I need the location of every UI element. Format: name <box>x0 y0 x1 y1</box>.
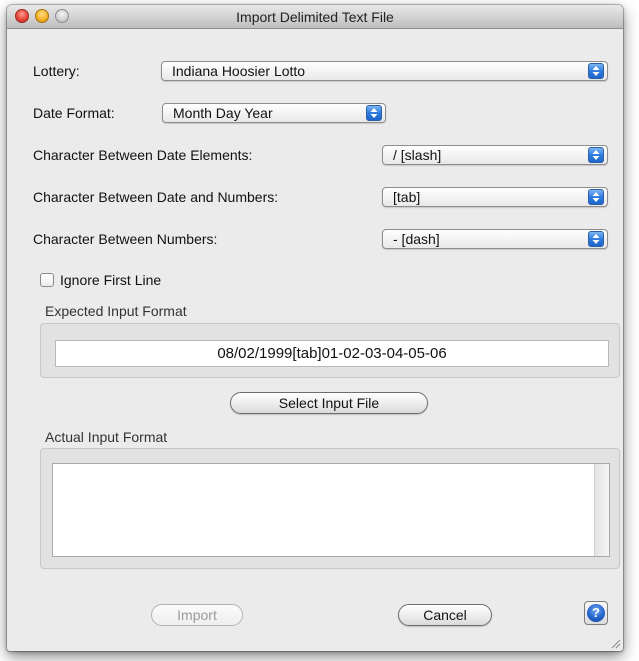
date-format-select-value: Month Day Year <box>173 105 273 121</box>
lottery-select-value: Indiana Hoosier Lotto <box>172 63 306 79</box>
help-icon: ? <box>587 604 605 622</box>
title-bar: Import Delimited Text File <box>7 5 623 29</box>
expected-format-title: Expected Input Format <box>45 303 187 319</box>
ignore-first-line-checkbox[interactable] <box>40 273 54 287</box>
date-separator-label: Character Between Date Elements: <box>33 147 253 163</box>
date-separator-select[interactable]: / [slash] <box>382 145 608 165</box>
number-separator-select[interactable]: - [dash] <box>382 229 608 249</box>
popup-arrows-icon <box>588 147 604 163</box>
ignore-first-line-label: Ignore First Line <box>60 272 162 288</box>
date-number-separator-label: Character Between Date and Numbers: <box>33 189 279 205</box>
resize-grip-icon[interactable] <box>611 639 621 649</box>
actual-format-group <box>40 448 620 569</box>
popup-arrows-icon <box>588 189 604 205</box>
lottery-label: Lottery: <box>33 63 80 79</box>
lottery-select[interactable]: Indiana Hoosier Lotto <box>161 61 608 81</box>
help-button[interactable]: ? <box>584 601 608 625</box>
expected-format-field: 08/02/1999[tab]01-02-03-04-05-06 <box>55 340 609 367</box>
actual-format-scrollbar[interactable] <box>594 464 609 556</box>
import-button[interactable]: Import <box>151 604 243 626</box>
actual-format-title: Actual Input Format <box>45 429 168 445</box>
actual-format-textarea[interactable] <box>52 463 610 557</box>
import-dialog-window: Import Delimited Text File Lottery: Indi… <box>7 5 623 651</box>
date-number-separator-select-value: [tab] <box>393 189 421 205</box>
popup-arrows-icon <box>366 105 382 121</box>
popup-arrows-icon <box>588 63 604 79</box>
window-title: Import Delimited Text File <box>236 9 394 25</box>
popup-arrows-icon <box>588 231 604 247</box>
expected-format-group: 08/02/1999[tab]01-02-03-04-05-06 <box>40 323 620 378</box>
date-number-separator-select[interactable]: [tab] <box>382 187 608 207</box>
cancel-button[interactable]: Cancel <box>398 604 492 626</box>
number-separator-label: Character Between Numbers: <box>33 231 218 247</box>
date-format-select[interactable]: Month Day Year <box>162 103 386 123</box>
date-separator-select-value: / [slash] <box>393 147 442 163</box>
select-input-file-button[interactable]: Select Input File <box>230 392 428 414</box>
date-format-label: Date Format: <box>33 105 115 121</box>
number-separator-select-value: - [dash] <box>393 231 440 247</box>
